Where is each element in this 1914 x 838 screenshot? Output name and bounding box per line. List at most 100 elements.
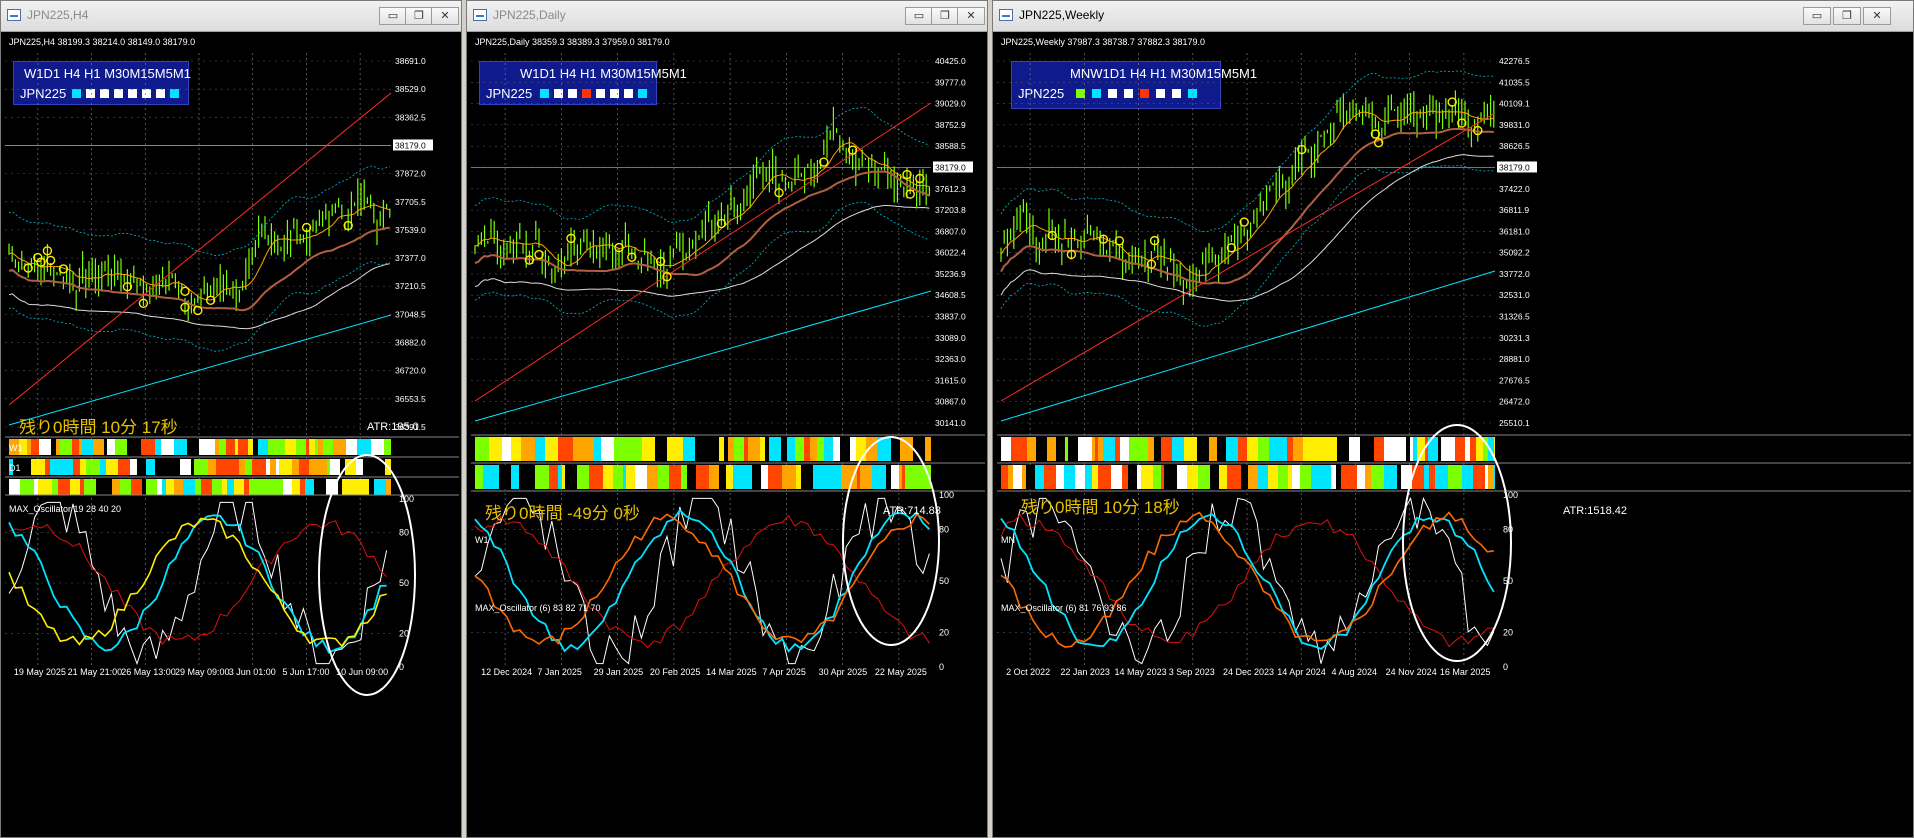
- trend-band-segment: [96, 479, 100, 495]
- trend-band-segment: [263, 479, 275, 495]
- chart-window-h4[interactable]: JPN225,H4 ▭ ❐ ✕ JPN225,H4 38199.3 38214.…: [0, 0, 462, 838]
- trend-band-segment: [1078, 437, 1092, 461]
- trend-band-segment: [1241, 465, 1248, 489]
- trend-band-segment: [50, 459, 61, 475]
- window-titlebar[interactable]: JPN225,Weekly ▭ ❐ ✕: [993, 1, 1913, 32]
- trend-band-segment: [72, 439, 79, 455]
- trend-band-segment: [100, 459, 106, 475]
- trend-band-segment: [1092, 437, 1095, 461]
- moving-average-line: [474, 205, 930, 297]
- trend-band-segment: [155, 439, 161, 455]
- trend-band-segment: [695, 437, 707, 461]
- trend-band-segment: [519, 465, 529, 489]
- chart-window-daily[interactable]: JPN225,Daily ▭ ❐ ✕ JPN225,Daily 38359.3 …: [466, 0, 988, 838]
- band-label-mn: MN: [1001, 535, 1015, 545]
- trend-band-segment: [348, 479, 358, 495]
- close-button[interactable]: ✕: [1863, 7, 1891, 25]
- x-axis-label: 22 Jan 2023: [1060, 667, 1110, 677]
- trend-band-segment: [614, 437, 626, 461]
- chart-window-weekly[interactable]: JPN225,Weekly ▭ ❐ ✕ JPN225,Weekly 37987.…: [992, 0, 1914, 838]
- trend-band-segment: [1384, 437, 1395, 461]
- trend-band-segment: [1092, 465, 1098, 489]
- moving-average-line: [474, 142, 930, 267]
- trend-band-segment: [155, 459, 167, 475]
- restore-button[interactable]: ❐: [1833, 7, 1861, 25]
- price-axis-label: 28881.0: [1499, 354, 1530, 364]
- price-axis-label: 30867.0: [935, 397, 966, 407]
- trend-band-segment: [208, 439, 215, 455]
- trend-band-segment: [1209, 437, 1217, 461]
- trend-band-segment: [1349, 437, 1360, 461]
- x-axis-label: 24 Nov 2024: [1386, 667, 1437, 677]
- trend-band-segment: [891, 465, 899, 489]
- trend-band-segment: [1065, 437, 1068, 461]
- trend-band-segment: [577, 465, 589, 489]
- trend-band-segment: [667, 437, 679, 461]
- chart-area[interactable]: JPN225,Daily 38359.3 38389.3 37959.0 381…: [471, 35, 985, 835]
- trend-band-segment: [760, 437, 765, 461]
- window-titlebar[interactable]: JPN225,H4 ▭ ❐ ✕: [1, 1, 461, 32]
- trend-band-segment: [589, 465, 603, 489]
- close-button[interactable]: ✕: [431, 7, 459, 25]
- trend-band-segment: [270, 459, 276, 475]
- restore-button[interactable]: ❐: [405, 7, 433, 25]
- price-axis-label: 37203.8: [935, 205, 966, 215]
- price-axis-label: 31615.0: [935, 375, 966, 385]
- window-titlebar[interactable]: JPN225,Daily ▭ ❐ ✕: [467, 1, 987, 32]
- chart-area[interactable]: JPN225,Weekly 37987.3 38738.7 37882.3 38…: [997, 35, 1911, 835]
- trend-band-segment: [27, 439, 31, 455]
- trend-band-segment: [1268, 465, 1278, 489]
- minimize-button[interactable]: ▭: [379, 7, 407, 25]
- trend-band-segment: [386, 479, 391, 495]
- trend-band-segment: [371, 439, 384, 455]
- trend-band-segment: [535, 465, 549, 489]
- price-axis-label: 33837.0: [935, 312, 966, 322]
- trend-band-segment: [1177, 465, 1187, 489]
- trend-band-segment: [52, 479, 58, 495]
- chart-area[interactable]: JPN225,H4 38199.3 38214.0 38149.0 38179.…: [5, 35, 459, 833]
- trend-band-segment: [850, 437, 856, 461]
- trend-band-segment: [34, 479, 38, 495]
- price-axis-label: 33089.0: [935, 333, 966, 343]
- price-axis-label: 37705.5: [395, 197, 426, 207]
- trend-band-segment: [100, 479, 112, 495]
- trend-band-segment: [1455, 437, 1465, 461]
- trend-band-segment: [1263, 437, 1269, 461]
- trend-band-segment: [1056, 437, 1065, 461]
- trend-band-segment: [905, 465, 918, 489]
- price-chart[interactable]: 2 Oct 2022 22 Jan 2023 14 May 2023 3 Sep 20…: [997, 35, 1911, 835]
- trend-band-segment: [31, 439, 39, 455]
- trend-band-segment: [824, 437, 833, 461]
- trend-band-segment: [733, 465, 742, 489]
- trend-band-segment: [872, 465, 886, 489]
- trend-band-segment: [768, 465, 782, 489]
- trend-band-segment: [162, 479, 166, 495]
- trend-band-segment: [1360, 437, 1371, 461]
- price-axis-label: 38626.5: [1499, 141, 1530, 151]
- price-axis-label: 40109.1: [1499, 99, 1530, 109]
- trend-band-segment: [1153, 465, 1161, 489]
- trend-band-segment: [1462, 465, 1473, 489]
- trend-band-segment: [80, 459, 86, 475]
- trend-band-segment: [707, 437, 719, 461]
- trend-band-segment: [724, 437, 728, 461]
- trend-band-segment: [712, 465, 719, 489]
- trend-band-segment: [1303, 437, 1313, 461]
- chart-window-icon: [7, 9, 21, 21]
- restore-button[interactable]: ❐: [931, 7, 959, 25]
- trend-band-segment: [1371, 437, 1374, 461]
- trend-band-segment: [1129, 437, 1142, 461]
- price-axis-label: 38529.0: [395, 84, 426, 94]
- price-axis-label: 36807.0: [935, 226, 966, 236]
- trend-band-segment: [112, 479, 120, 495]
- minimize-button[interactable]: ▭: [905, 7, 933, 25]
- minimize-button[interactable]: ▭: [1803, 7, 1831, 25]
- trend-band-segment: [1297, 437, 1303, 461]
- trend-band-segment: [669, 465, 681, 489]
- trend-band-segment: [521, 437, 535, 461]
- trend-band-segment: [142, 479, 146, 495]
- close-button[interactable]: ✕: [957, 7, 985, 25]
- trend-band-segment: [1374, 437, 1384, 461]
- trend-band-segment: [630, 437, 642, 461]
- price-chart[interactable]: 12 Dec 2024 7 Jan 2025 29 Jan 2025 20 Feb 2…: [471, 35, 985, 835]
